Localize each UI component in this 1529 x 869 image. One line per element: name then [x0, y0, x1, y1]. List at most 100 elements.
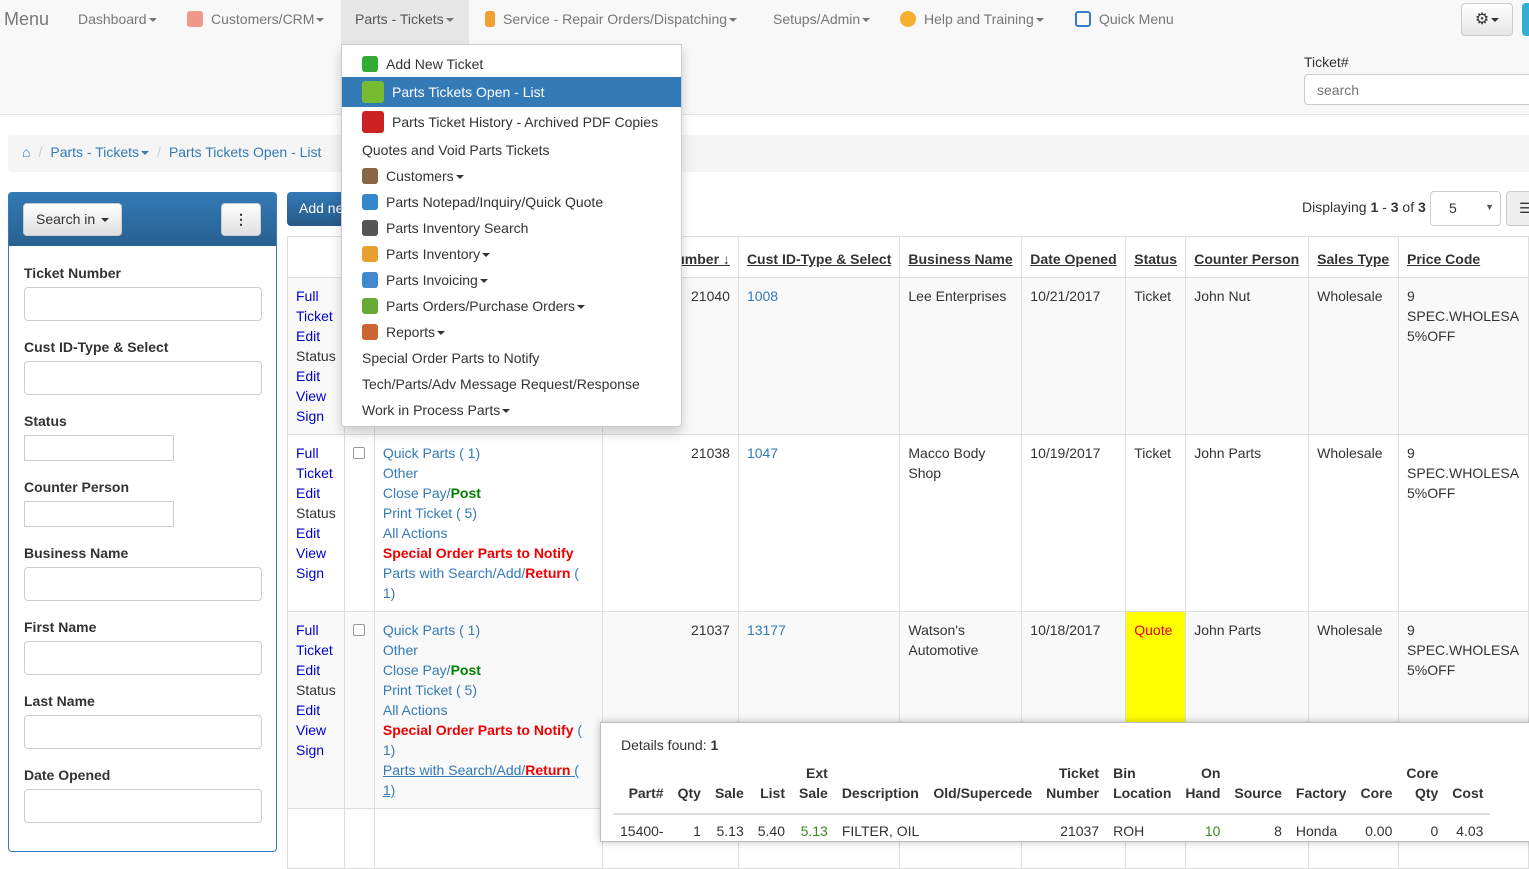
- action-quick[interactable]: Quick Parts ( 1): [383, 620, 594, 640]
- cust-id-link[interactable]: 1047: [737, 434, 901, 612]
- caret-icon: [1491, 17, 1500, 22]
- cust-id-link[interactable]: 1008: [737, 277, 901, 435]
- business-name-input[interactable]: [24, 567, 262, 601]
- action-print[interactable]: Print Ticket ( 5): [383, 503, 594, 523]
- row-link-status[interactable]: Status: [296, 680, 336, 700]
- menu-item-reports[interactable]: Reports: [342, 319, 681, 345]
- menu-item-work-in-process-parts[interactable]: Work in Process Parts: [342, 397, 681, 423]
- breadcrumb: ⌂ / Parts - Tickets / Parts Tickets Open - L…: [8, 135, 1529, 172]
- row-link-ticket[interactable]: Ticket: [296, 463, 336, 483]
- counter-person-input[interactable]: [24, 501, 174, 527]
- menu-brand[interactable]: Menu: [4, 0, 49, 44]
- menu-item-customers[interactable]: Customers: [342, 163, 681, 189]
- more-options-button[interactable]: ⋮: [221, 203, 261, 236]
- action-quick[interactable]: Quick Parts ( 1): [383, 443, 594, 463]
- column-header[interactable]: Cust ID-Type & Select: [737, 236, 901, 278]
- row-link-sign[interactable]: Sign: [296, 740, 336, 760]
- cust-id-type-select-input[interactable]: [24, 361, 262, 395]
- date-opened-input[interactable]: [24, 789, 262, 823]
- column-header[interactable]: Counter Person: [1185, 236, 1310, 278]
- row-link-view[interactable]: View: [296, 386, 336, 406]
- action-print[interactable]: Print Ticket ( 5): [383, 680, 594, 700]
- menu-item-tech-parts-adv-message-request-response[interactable]: Tech/Parts/Adv Message Request/Response: [342, 371, 681, 397]
- row-link-edit[interactable]: Edit: [296, 326, 336, 346]
- row-checkbox[interactable]: [352, 624, 365, 636]
- nav-service[interactable]: Service - Repair Orders/Dispatching: [485, 0, 738, 44]
- nav-quick-menu[interactable]: Quick Menu: [1075, 0, 1174, 44]
- column-header[interactable]: Status: [1125, 236, 1187, 278]
- menu-item-parts-inventory-search[interactable]: Parts Inventory Search: [342, 215, 681, 241]
- column-header[interactable]: Price Code: [1398, 236, 1529, 278]
- details-header: List: [750, 761, 792, 815]
- details-header: Factory: [1288, 761, 1354, 815]
- row-link-edit[interactable]: Edit: [296, 523, 336, 543]
- action-all[interactable]: All Actions: [383, 700, 594, 720]
- row-link-status[interactable]: Status: [296, 503, 336, 523]
- status-input[interactable]: [24, 435, 174, 461]
- nav-dashboard[interactable]: Dashboard: [78, 0, 157, 44]
- pdf-icon: [362, 111, 384, 133]
- list-view-button[interactable]: ☰: [1506, 191, 1529, 226]
- row-link-full[interactable]: Full: [296, 620, 336, 640]
- action-all[interactable]: All Actions: [383, 523, 594, 543]
- field-label: First Name: [24, 619, 97, 635]
- menu-item-parts-ticket-history-archived-pdf-copies[interactable]: Parts Ticket History - Archived PDF Copi…: [342, 107, 681, 137]
- nav-customers[interactable]: Customers/CRM: [187, 0, 325, 44]
- menu-item-add-new-ticket[interactable]: Add New Ticket: [342, 51, 681, 77]
- home-icon[interactable]: ⌂: [22, 144, 30, 160]
- ticket-number-input[interactable]: [24, 287, 262, 321]
- row-link-sign[interactable]: Sign: [296, 563, 336, 583]
- search-in-button[interactable]: Search in: [23, 203, 123, 236]
- action-other[interactable]: Other: [383, 463, 594, 483]
- settings-button[interactable]: ⚙: [1461, 3, 1513, 36]
- row-link-sign[interactable]: Sign: [296, 406, 336, 426]
- last-name-input[interactable]: [24, 715, 262, 749]
- nav-setups[interactable]: Setups/Admin: [773, 0, 871, 44]
- row-link-ticket[interactable]: Ticket: [296, 640, 336, 660]
- action-parts-search[interactable]: Parts with Search/Add/Return ( 1): [383, 760, 594, 800]
- nav-parts-tickets[interactable]: Parts - Tickets: [341, 0, 469, 44]
- action-other[interactable]: Other: [383, 640, 594, 660]
- row-link-edit[interactable]: Edit: [296, 366, 336, 386]
- row-link-ticket[interactable]: Ticket: [296, 306, 336, 326]
- row-link-full[interactable]: Full: [296, 443, 336, 463]
- details-popup: Details found: 1 Part# Qty Sale List Ext S…: [600, 722, 1529, 842]
- row-link-edit[interactable]: Edit: [296, 483, 336, 503]
- breadcrumb-parts-tickets[interactable]: Parts - Tickets: [50, 144, 150, 160]
- menu-item-parts-inventory[interactable]: Parts Inventory: [342, 241, 681, 267]
- row-link-edit[interactable]: Edit: [296, 700, 336, 720]
- menu-item-quotes-and-void-parts-tickets[interactable]: Quotes and Void Parts Tickets: [342, 137, 681, 163]
- row-link-status[interactable]: Status: [296, 346, 336, 366]
- action-special-order[interactable]: Special Order Parts to Notify ( 1): [383, 720, 594, 760]
- caret-icon: [729, 18, 738, 23]
- ticket-search-input[interactable]: [1304, 74, 1529, 105]
- nav-label: Parts - Tickets: [355, 11, 444, 27]
- menu-item-parts-orders-purchase-orders[interactable]: Parts Orders/Purchase Orders: [342, 293, 681, 319]
- first-name-input[interactable]: [24, 641, 262, 675]
- details-cell: 0.00: [1365, 823, 1393, 839]
- field-label: Counter Person: [24, 479, 130, 495]
- info-button[interactable]: [1522, 3, 1529, 36]
- action-parts-search[interactable]: Parts with Search/Add/Return ( 1): [383, 563, 594, 603]
- details-cell: 4.03: [1456, 823, 1484, 839]
- row-link-view[interactable]: View: [296, 720, 336, 740]
- action-special-order[interactable]: Special Order Parts to Notify: [383, 543, 594, 563]
- action-close-pay[interactable]: Close Pay/Post: [383, 660, 594, 680]
- caret-icon: [1035, 18, 1044, 23]
- nav-help[interactable]: Help and Training: [900, 0, 1044, 44]
- row-link-view[interactable]: View: [296, 543, 336, 563]
- menu-item-parts-tickets-open-list[interactable]: Parts Tickets Open - List: [342, 77, 681, 107]
- page-size-select[interactable]: 5: [1430, 191, 1501, 226]
- breadcrumb-open-list[interactable]: Parts Tickets Open - List: [169, 144, 322, 160]
- parts-tickets-dropdown: Add New Ticket Parts Tickets Open - List P…: [341, 44, 682, 427]
- row-link-edit[interactable]: Edit: [296, 660, 336, 680]
- menu-item-special-order-parts-to-notify[interactable]: Special Order Parts to Notify: [342, 345, 681, 371]
- column-header[interactable]: Business Name: [899, 236, 1023, 278]
- menu-item-parts-notepad-inquiry-quick-quote[interactable]: Parts Notepad/Inquiry/Quick Quote: [342, 189, 681, 215]
- menu-item-parts-invoicing[interactable]: Parts Invoicing: [342, 267, 681, 293]
- action-close-pay[interactable]: Close Pay/Post: [383, 483, 594, 503]
- row-checkbox[interactable]: [352, 447, 365, 459]
- row-link-full[interactable]: Full: [296, 286, 336, 306]
- column-header[interactable]: Date Opened: [1021, 236, 1127, 278]
- column-header[interactable]: Sales Type: [1308, 236, 1400, 278]
